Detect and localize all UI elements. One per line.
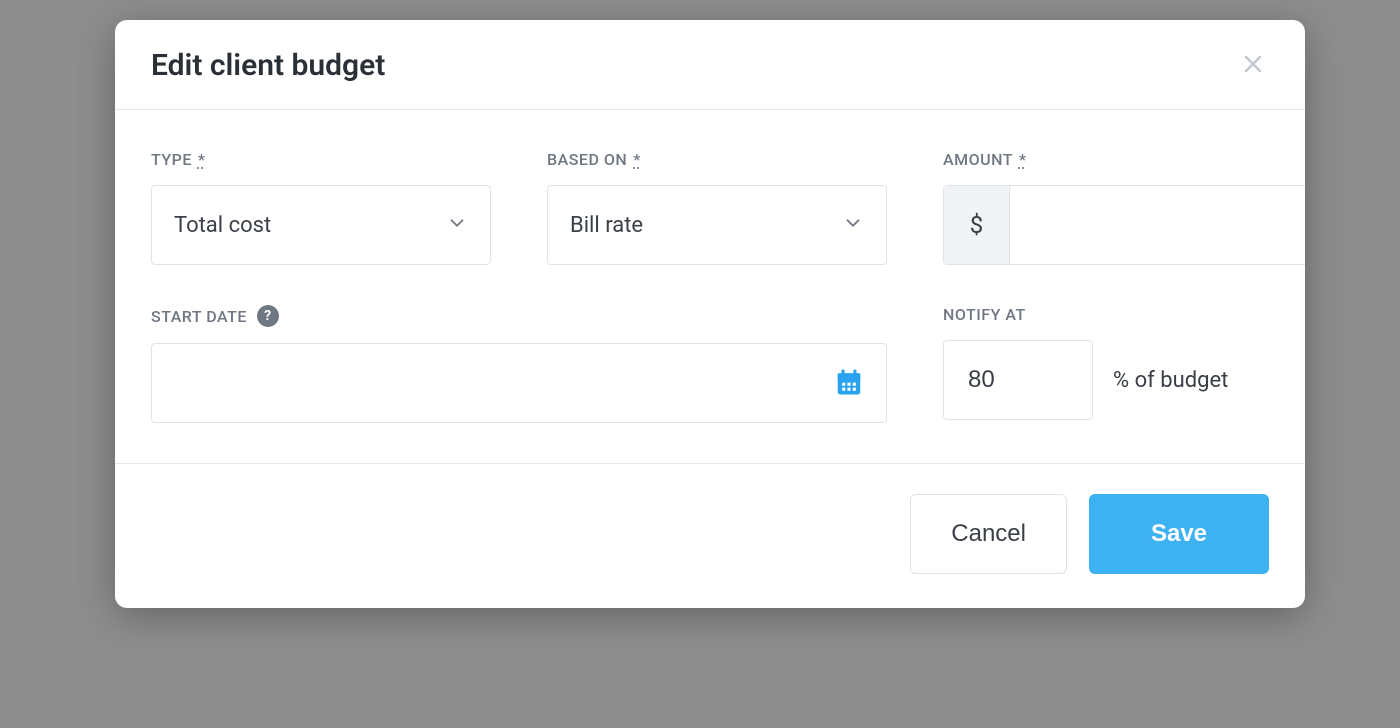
start-date-label-text: START DATE: [151, 307, 247, 326]
start-date-label: START DATE ?: [151, 305, 887, 327]
form-row-1: TYPE * Total cost BASED ON * Bill rate: [151, 150, 1269, 265]
start-date-input[interactable]: [174, 370, 834, 396]
notify-at-field-group: NOTIFY AT % of budget: [943, 305, 1283, 423]
type-field-group: TYPE * Total cost: [151, 150, 491, 265]
amount-input[interactable]: [1010, 186, 1305, 264]
modal-body: TYPE * Total cost BASED ON * Bill rate: [115, 110, 1305, 463]
type-select-value: Total cost: [174, 213, 271, 238]
chevron-down-icon: [842, 212, 864, 238]
based-on-select[interactable]: Bill rate: [547, 185, 887, 265]
start-date-field-group: START DATE ?: [151, 305, 887, 423]
close-button[interactable]: [1237, 48, 1269, 83]
modal-header: Edit client budget: [115, 20, 1305, 110]
amount-field-group: AMOUNT * $: [943, 150, 1305, 265]
save-button[interactable]: Save: [1089, 494, 1269, 574]
amount-label: AMOUNT *: [943, 150, 1305, 169]
notify-suffix: % of budget: [1113, 368, 1228, 393]
notify-at-input[interactable]: [943, 340, 1093, 420]
based-on-label-text: BASED ON: [547, 150, 627, 169]
modal-footer: Cancel Save: [115, 463, 1305, 608]
help-icon[interactable]: ?: [257, 305, 279, 327]
based-on-label: BASED ON *: [547, 150, 887, 169]
close-icon: [1241, 52, 1265, 79]
amount-input-wrapper: $: [943, 185, 1305, 265]
based-on-field-group: BASED ON * Bill rate: [547, 150, 887, 265]
currency-symbol: $: [944, 186, 1010, 264]
type-select[interactable]: Total cost: [151, 185, 491, 265]
chevron-down-icon: [446, 212, 468, 238]
notify-at-label-text: NOTIFY AT: [943, 305, 1026, 324]
amount-label-text: AMOUNT: [943, 150, 1013, 169]
start-date-input-wrapper: [151, 343, 887, 423]
calendar-button[interactable]: [834, 367, 864, 400]
edit-client-budget-modal: Edit client budget TYPE * Total cost: [115, 20, 1305, 608]
required-marker: *: [633, 150, 641, 169]
required-marker: *: [1019, 150, 1027, 169]
required-marker: *: [198, 150, 206, 169]
cancel-button[interactable]: Cancel: [910, 494, 1067, 574]
notify-row: % of budget: [943, 340, 1283, 420]
form-row-2: START DATE ?: [151, 305, 1269, 423]
modal-title: Edit client budget: [151, 48, 385, 83]
type-label: TYPE *: [151, 150, 491, 169]
based-on-select-value: Bill rate: [570, 213, 643, 238]
type-label-text: TYPE: [151, 150, 192, 169]
notify-at-label: NOTIFY AT: [943, 305, 1283, 324]
calendar-icon: [834, 367, 864, 400]
